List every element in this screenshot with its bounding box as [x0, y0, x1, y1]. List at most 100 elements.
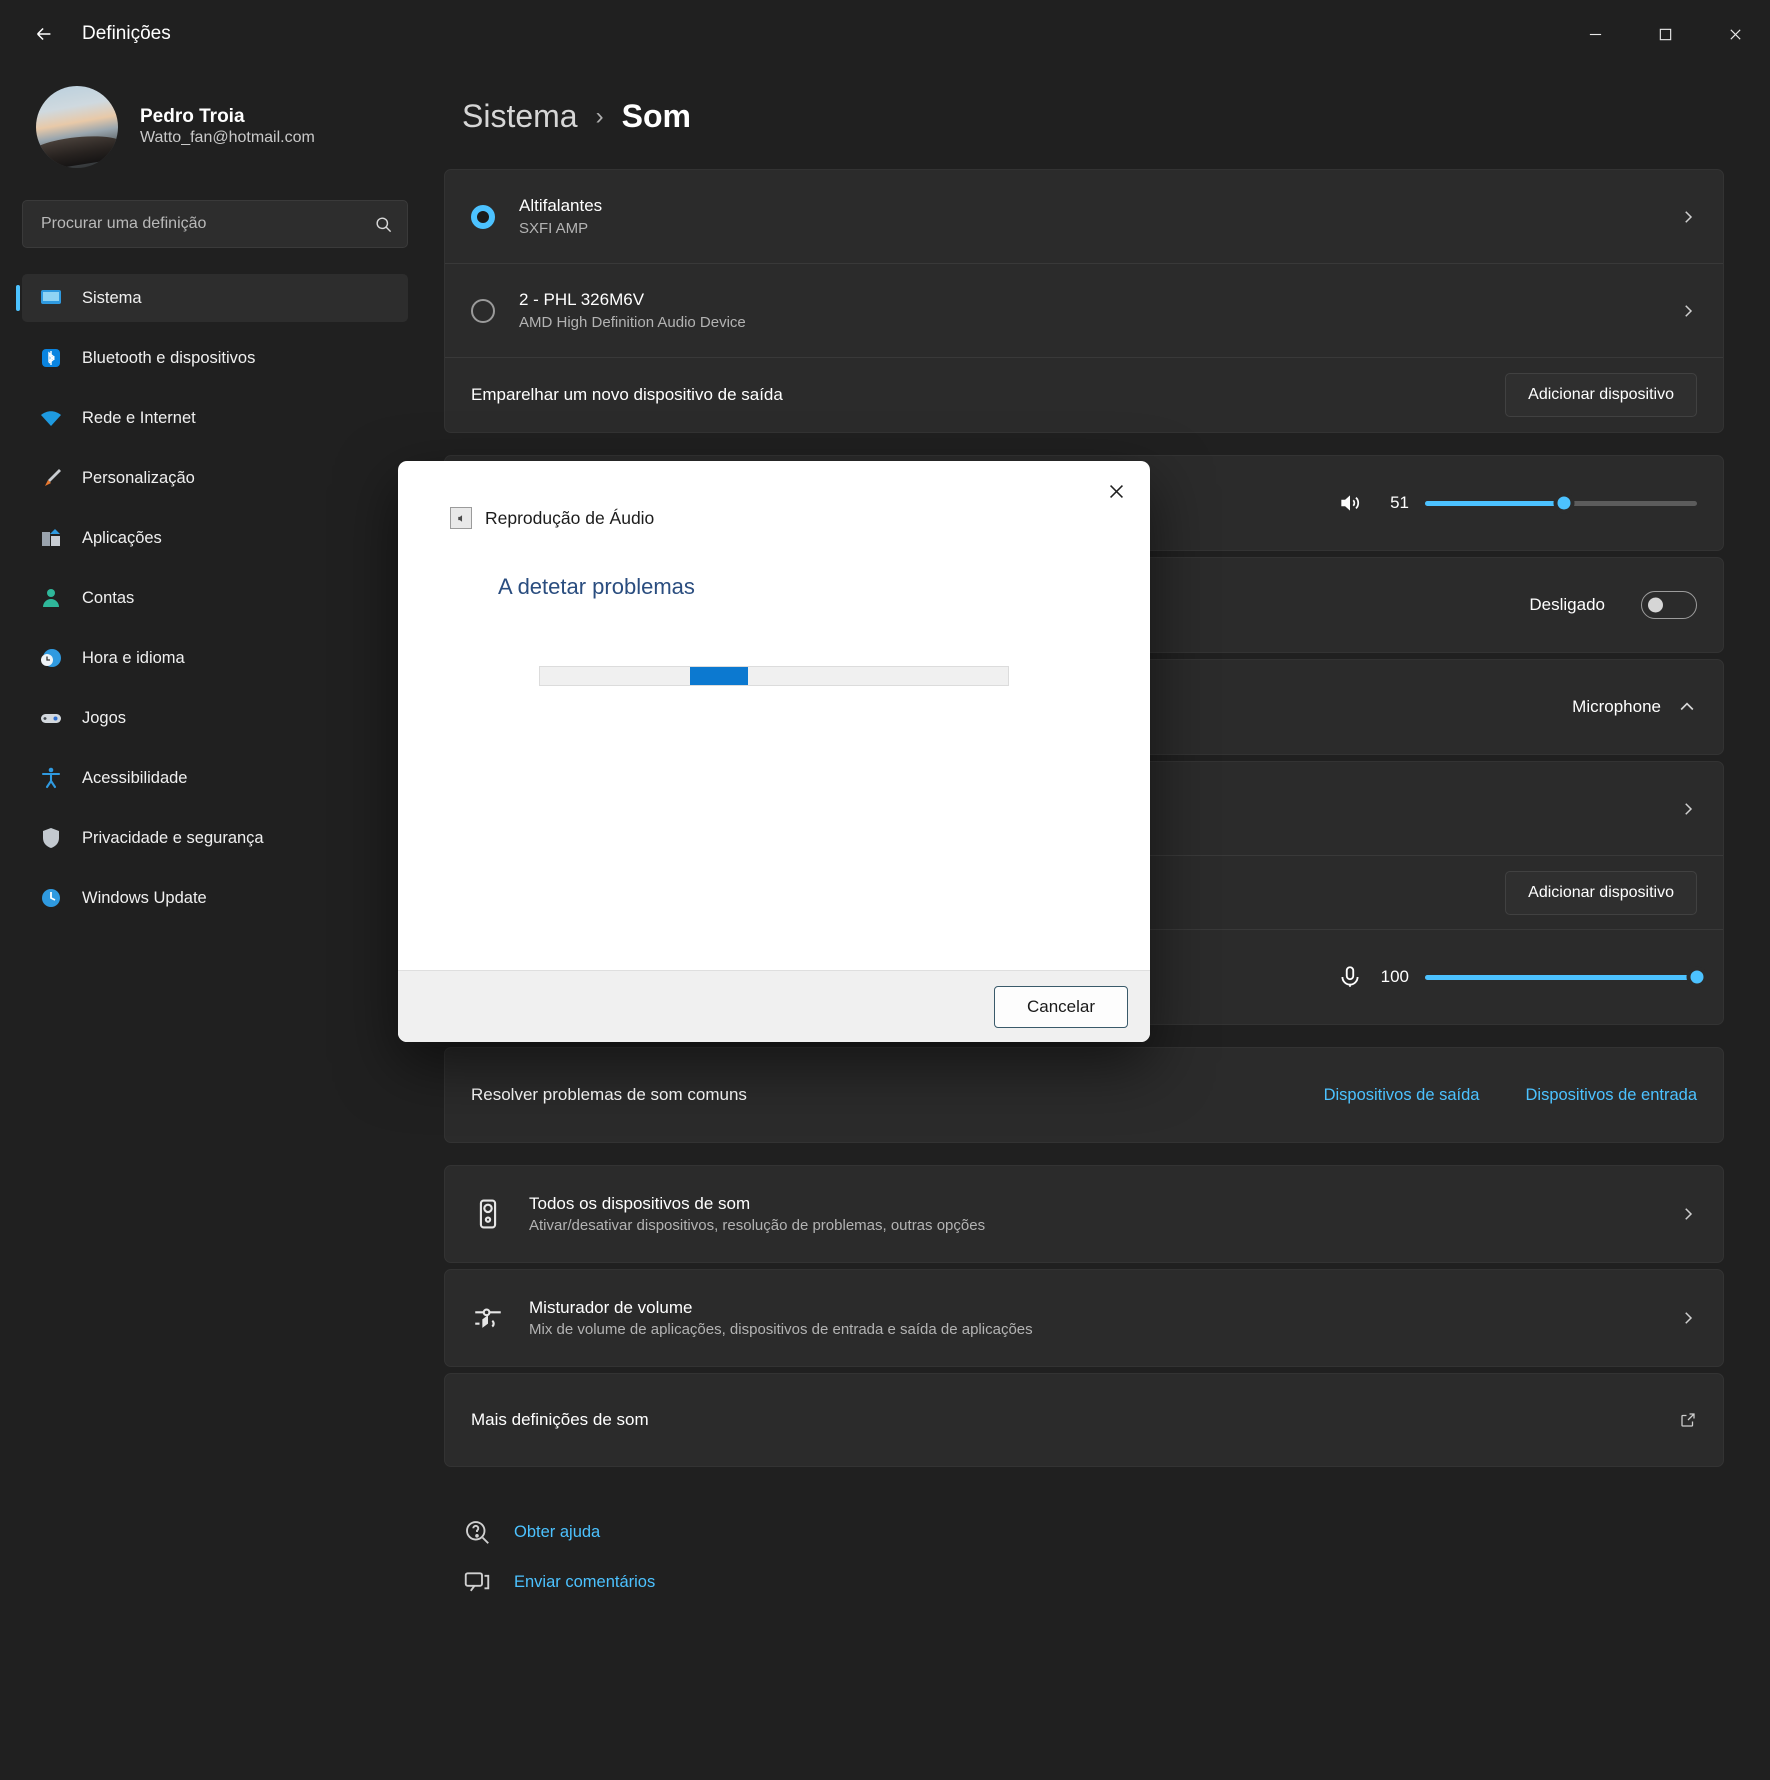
sidebar-label: Aplicações [82, 529, 162, 548]
footer-link-label[interactable]: Enviar comentários [514, 1573, 655, 1592]
volume-value: 51 [1379, 493, 1409, 513]
sidebar-item-jogos[interactable]: Jogos [22, 694, 408, 742]
mic-volume-slider[interactable] [1425, 975, 1697, 980]
pair-output-row: Emparelhar um novo dispositivo de saída … [445, 358, 1723, 432]
sidebar-label: Sistema [82, 289, 142, 308]
output-device-phl[interactable]: 2 - PHL 326M6V AMD High Definition Audio… [445, 264, 1723, 358]
chevron-right-icon[interactable] [1679, 1205, 1697, 1223]
microphone-header[interactable]: Microphone [1572, 697, 1697, 717]
dialog-header-label: Reprodução de Áudio [485, 508, 654, 529]
help-icon [462, 1517, 492, 1547]
output-devices-card: Altifalantes SXFI AMP 2 - PHL 326M6V AMD… [444, 169, 1724, 433]
device-name: 2 - PHL 326M6V [519, 288, 746, 312]
sidebar-item-rede[interactable]: Rede e Internet [22, 394, 408, 442]
bluetooth-icon [38, 345, 64, 371]
chevron-right-icon[interactable] [1679, 1309, 1697, 1327]
add-output-device-button[interactable]: Adicionar dispositivo [1505, 373, 1697, 417]
clock-globe-icon [38, 645, 64, 671]
back-button[interactable] [22, 12, 66, 56]
dialog-footer: Cancelar [398, 970, 1150, 1042]
device-name: Altifalantes [519, 194, 602, 218]
link-input-devices[interactable]: Dispositivos de entrada [1525, 1086, 1697, 1105]
speaker-icon[interactable] [1337, 490, 1363, 516]
volume-mixer-icon [471, 1301, 505, 1335]
minimize-button[interactable] [1560, 0, 1630, 68]
sidebar-item-privacidade[interactable]: Privacidade e segurança [22, 814, 408, 862]
progress-bar [539, 666, 1009, 686]
page-title: Som [622, 98, 691, 135]
title-bar: Definições [0, 0, 1770, 68]
chevron-right-icon[interactable] [1679, 800, 1697, 818]
maximize-button[interactable] [1630, 0, 1700, 68]
sidebar-item-personalizacao[interactable]: Personalização [22, 454, 408, 502]
external-link-icon[interactable] [1679, 1411, 1697, 1429]
microphone-icon[interactable] [1337, 964, 1363, 990]
sidebar-label: Rede e Internet [82, 409, 196, 428]
tile-all-sound-devices[interactable]: Todos os dispositivos de som Ativar/desa… [444, 1165, 1724, 1263]
search-box[interactable] [22, 200, 408, 248]
volume-slider[interactable] [1425, 501, 1697, 506]
gamepad-icon [38, 705, 64, 731]
sidebar-label: Bluetooth e dispositivos [82, 349, 255, 368]
tile-subtitle: Mix de volume de aplicações, dispositivo… [529, 1319, 1033, 1340]
sidebar-label: Personalização [82, 469, 195, 488]
sidebar-label: Jogos [82, 709, 126, 728]
shield-icon [38, 825, 64, 851]
sidebar: Pedro Troia Watto_fan@hotmail.com Sistem… [0, 68, 430, 1780]
feedback-icon [462, 1567, 492, 1597]
profile-section[interactable]: Pedro Troia Watto_fan@hotmail.com [22, 68, 408, 196]
sidebar-item-contas[interactable]: Contas [22, 574, 408, 622]
sidebar-item-windows-update[interactable]: Windows Update [22, 874, 408, 922]
avatar [36, 86, 118, 168]
link-output-devices[interactable]: Dispositivos de saída [1324, 1086, 1480, 1105]
device-detail: SXFI AMP [519, 218, 602, 239]
chevron-up-icon[interactable] [1677, 697, 1697, 717]
output-device-altifalantes[interactable]: Altifalantes SXFI AMP [445, 170, 1723, 264]
troubleshoot-card: Resolver problemas de som comuns Disposi… [444, 1047, 1724, 1143]
radio-phl[interactable] [471, 299, 495, 323]
apps-icon [38, 525, 64, 551]
close-button[interactable] [1700, 0, 1770, 68]
sidebar-item-sistema[interactable]: Sistema [22, 274, 408, 322]
tile-subtitle: Ativar/desativar dispositivos, resolução… [529, 1215, 985, 1236]
radio-altifalantes[interactable] [471, 205, 495, 229]
add-input-device-button[interactable]: Adicionar dispositivo [1505, 871, 1697, 915]
dialog-body: Reprodução de Áudio A detetar problemas [398, 461, 1150, 970]
chevron-right-icon[interactable] [1679, 208, 1697, 226]
footer-link-enviar-comentarios[interactable]: Enviar comentários [462, 1567, 1724, 1597]
minimize-icon [1588, 27, 1603, 42]
mono-audio-toggle[interactable] [1641, 591, 1697, 619]
sidebar-label: Privacidade e segurança [82, 829, 264, 848]
dialog-close-button[interactable] [1094, 471, 1138, 511]
tile-volume-mixer[interactable]: Misturador de volume Mix de volume de ap… [444, 1269, 1724, 1367]
progress-chunk [690, 667, 748, 685]
sidebar-item-bluetooth[interactable]: Bluetooth e dispositivos [22, 334, 408, 382]
sidebar-label: Acessibilidade [82, 769, 187, 788]
volume-slider-group[interactable]: 51 [1337, 490, 1697, 516]
mic-volume-group[interactable]: 100 [1337, 964, 1697, 990]
footer-link-label[interactable]: Obter ajuda [514, 1523, 600, 1542]
troubleshoot-row: Resolver problemas de som comuns Disposi… [445, 1048, 1723, 1142]
mono-toggle-group[interactable]: Desligado [1529, 591, 1697, 619]
sidebar-item-aplicacoes[interactable]: Aplicações [22, 514, 408, 562]
breadcrumb-root[interactable]: Sistema [462, 98, 578, 135]
close-icon [1728, 27, 1743, 42]
app-title: Definições [82, 23, 171, 45]
microphone-label: Microphone [1572, 697, 1661, 717]
footer-link-obter-ajuda[interactable]: Obter ajuda [462, 1517, 1724, 1547]
dialog-header: Reprodução de Áudio [450, 507, 1098, 529]
sidebar-item-hora[interactable]: Hora e idioma [22, 634, 408, 682]
audio-troubleshooter-icon [450, 507, 472, 529]
chevron-right-icon[interactable] [1679, 302, 1697, 320]
device-detail: AMD High Definition Audio Device [519, 312, 746, 333]
search-input[interactable] [41, 215, 374, 233]
cancel-button[interactable]: Cancelar [994, 986, 1128, 1028]
tile-more-sound-settings[interactable]: Mais definições de som [444, 1373, 1724, 1467]
troubleshoot-label: Resolver problemas de som comuns [471, 1085, 747, 1105]
profile-name: Pedro Troia [140, 105, 315, 129]
profile-email: Watto_fan@hotmail.com [140, 128, 315, 149]
sidebar-item-acessibilidade[interactable]: Acessibilidade [22, 754, 408, 802]
speaker-device-icon [471, 1197, 505, 1231]
maximize-icon [1658, 27, 1673, 42]
update-icon [38, 885, 64, 911]
